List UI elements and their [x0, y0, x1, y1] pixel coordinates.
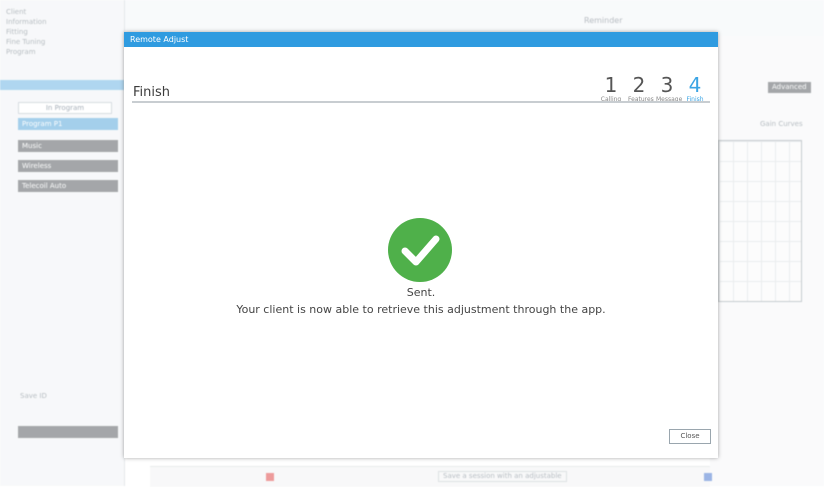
bg-status: Save a session with an adjustable — [438, 471, 567, 482]
bg-graph-label: Gain Curves — [760, 120, 803, 128]
success-message: Your client is now able to retrieve this… — [236, 303, 606, 316]
dialog-header: Finish 1 Calling 2 Features 3 Message 4 … — [124, 47, 718, 103]
bg-sidebar: Client Information Fitting Fine Tuning P… — [0, 0, 125, 486]
bg-red-marker — [266, 473, 274, 481]
remote-adjust-dialog: Remote Adjust Finish 1 Calling 2 Feature… — [124, 32, 718, 458]
bg-program-button: Music — [18, 140, 118, 152]
bg-sidebar-item: Program — [6, 48, 36, 56]
bg-sidebar-item: Client — [6, 8, 27, 16]
bg-record-label: Save ID — [20, 392, 47, 400]
close-button[interactable]: Close — [669, 429, 711, 444]
step-number: 2 — [632, 73, 646, 97]
bg-top-label: Reminder — [584, 16, 623, 25]
step-calling: 1 Calling — [600, 74, 622, 104]
page-title: Finish — [133, 85, 171, 100]
bg-program-button: Wireless — [18, 160, 118, 172]
sent-message: Sent. — [406, 286, 436, 299]
bg-program-button: Program P1 — [18, 118, 118, 130]
step-message: 3 Message — [656, 73, 682, 104]
bg-sidebar-item: Fitting — [6, 28, 28, 36]
bg-active-strip — [0, 80, 124, 90]
bg-blue-marker — [704, 473, 712, 481]
bg-program-button: Telecoil Auto — [18, 180, 118, 192]
check-icon — [388, 218, 452, 282]
dialog-titlebar: Remote Adjust — [124, 32, 718, 47]
step-number: 1 — [604, 73, 618, 97]
bg-sidebar-item: Fine Tuning — [6, 38, 46, 46]
header-divider — [132, 101, 710, 103]
step-number: 4 — [688, 73, 702, 97]
step-finish: 4 Finish — [684, 74, 706, 104]
bg-record-controls — [18, 426, 118, 438]
bg-sidebar-item: Information — [6, 18, 47, 26]
bg-graph — [718, 140, 802, 302]
bg-in-program-button: In Program — [18, 102, 112, 114]
step-features: 2 Features — [628, 73, 654, 104]
bg-bottom-bar: Save a session with an adjustable — [150, 466, 712, 487]
step-number: 3 — [660, 73, 674, 97]
bg-right-tab: Advanced — [768, 82, 811, 93]
step-indicator: 1 Calling 2 Features 3 Message 4 Finish — [600, 74, 706, 104]
